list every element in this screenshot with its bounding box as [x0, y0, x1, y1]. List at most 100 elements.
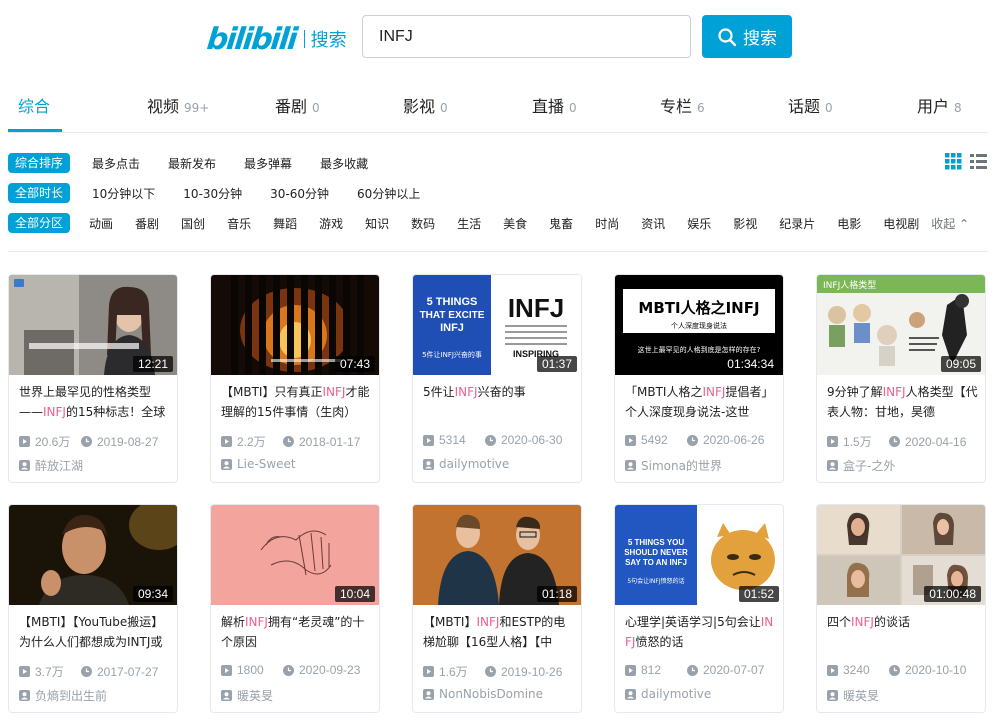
tab-article[interactable]: 专栏 6 — [660, 93, 705, 117]
zone-option[interactable]: 电影 — [837, 215, 861, 232]
zone-option[interactable]: 动画 — [89, 215, 113, 232]
zone-option[interactable]: 资讯 — [641, 215, 665, 232]
video-title[interactable]: 【MBTI】INFJ和ESTP的电梯尬聊【16型人格】【中 — [423, 612, 575, 656]
video-card[interactable]: 10:04 解析INFJ拥有“老灵魂”的十个原因 1800 2020-09-23… — [210, 504, 380, 713]
zone-option[interactable]: 番剧 — [135, 215, 159, 232]
video-thumbnail[interactable]: 07:43 — [211, 275, 379, 375]
uploader[interactable]: NonNobisDomine — [423, 687, 543, 701]
zone-option[interactable]: 知识 — [365, 215, 389, 232]
sort-option[interactable]: 最多弹幕 — [244, 155, 292, 172]
zone-option[interactable]: 时尚 — [595, 215, 619, 232]
tab-film[interactable]: 影视 0 — [403, 93, 448, 117]
search-button[interactable]: 搜索 — [702, 15, 792, 58]
zone-option[interactable]: 娱乐 — [687, 215, 711, 232]
zone-option[interactable]: 音乐 — [227, 215, 251, 232]
duration-filter-active[interactable]: 全部时长 — [8, 183, 71, 203]
tab-live[interactable]: 直播 0 — [532, 93, 577, 117]
uploader[interactable]: 暖英旻 — [221, 687, 273, 704]
play-count-icon — [221, 664, 232, 676]
tab-count: 0 — [569, 101, 577, 115]
zone-option[interactable]: 影视 — [733, 215, 757, 232]
zone-option[interactable]: 生活 — [457, 215, 481, 232]
search-box[interactable] — [362, 15, 691, 58]
tab-bangumi[interactable]: 番剧 0 — [275, 93, 320, 117]
tab-video[interactable]: 视频 99+ — [147, 93, 209, 117]
sort-option[interactable]: 最新发布 — [168, 155, 216, 172]
uploader[interactable]: 负熵到出生前 — [19, 687, 107, 704]
title-keyword: INFJ — [476, 615, 500, 629]
video-thumbnail[interactable]: 12:21 — [9, 275, 177, 375]
tab-user[interactable]: 用户 8 — [917, 93, 962, 117]
tab-topic[interactable]: 话题 0 — [788, 93, 833, 117]
video-duration: 01:34:34 — [722, 356, 779, 372]
video-thumbnail[interactable]: MBTI人格之INFJ 个人深度现身说法 这世上最罕见的人格到底是怎样的存在? … — [615, 275, 783, 375]
video-card[interactable]: 01:00:48 四个INFJ的谈话 3240 2020-10-10 暖英旻 — [816, 504, 986, 713]
uploader[interactable]: 醉放江湖 — [19, 457, 83, 474]
zone-option[interactable]: 游戏 — [319, 215, 343, 232]
play-count-icon — [19, 666, 30, 677]
duration-option[interactable]: 30-60分钟 — [270, 185, 329, 202]
video-card[interactable]: 5 THINGS YOU SHOULD NEVER SAY TO AN INFJ… — [614, 504, 784, 713]
zone-option[interactable]: 纪录片 — [779, 215, 815, 232]
upload-date: 2020-06-26 — [703, 433, 765, 447]
collapse-label: 收起 — [931, 216, 956, 231]
sort-option[interactable]: 最多点击 — [92, 155, 140, 172]
video-title[interactable]: 「MBTI人格之INFJ提倡者」个人深度现身说法-这世 — [625, 382, 777, 426]
uploader[interactable]: dailymotive — [625, 687, 711, 701]
search-input[interactable] — [363, 16, 690, 57]
play-count: 2.2万 — [237, 435, 266, 449]
video-thumbnail[interactable]: 09:34 — [9, 505, 177, 605]
duration-option[interactable]: 60分钟以上 — [357, 185, 420, 202]
video-card[interactable]: INFJ人格类型 09:05 9分钟了解INFJ人格类型【代表人物：甘地，昊德 … — [816, 274, 986, 483]
bilibili-logo[interactable]: bilibili 搜索 — [205, 22, 347, 57]
zone-option[interactable]: 电视剧 — [883, 215, 919, 232]
uploader[interactable]: 暖英旻 — [827, 687, 879, 704]
uploader[interactable]: 盒子-之外 — [827, 457, 895, 474]
uploader-icon — [221, 458, 232, 470]
zone-option[interactable]: 美食 — [503, 215, 527, 232]
uploader-name: 暖英旻 — [843, 689, 880, 703]
video-card[interactable]: 5 THINGS THAT EXCITE INFJ 5件让INFJ兴奋的事 IN… — [412, 274, 582, 483]
zone-option[interactable]: 舞蹈 — [273, 215, 297, 232]
video-card[interactable]: 12:21 世界上最罕见的性格类型——INFJ的15种标志！全球 20.6万 2… — [8, 274, 178, 483]
video-title[interactable]: 【MBTI】【YouTube搬运】为什么人们都想成为INTJ或 — [19, 612, 171, 656]
video-title[interactable]: 5件让INFJ兴奋的事 — [423, 382, 575, 426]
uploader[interactable]: Lie-Sweet — [221, 457, 296, 471]
sort-option[interactable]: 最多收藏 — [320, 155, 368, 172]
video-title[interactable]: 心理学|英语学习|5句会让INFJ愤怒的话 — [625, 612, 777, 656]
video-duration: 09:34 — [132, 586, 173, 602]
video-title[interactable]: 9分钟了解INFJ人格类型【代表人物：甘地，昊德 — [827, 382, 979, 426]
zone-filter-active[interactable]: 全部分区 — [8, 213, 71, 233]
video-thumbnail[interactable]: INFJ人格类型 09:05 — [817, 275, 985, 375]
video-thumbnail[interactable]: 01:18 — [413, 505, 581, 605]
video-card[interactable]: 01:18 【MBTI】INFJ和ESTP的电梯尬聊【16型人格】【中 1.6万… — [412, 504, 582, 713]
video-card[interactable]: MBTI人格之INFJ 个人深度现身说法 这世上最罕见的人格到底是怎样的存在? … — [614, 274, 784, 483]
video-title[interactable]: 解析INFJ拥有“老灵魂”的十个原因 — [221, 612, 373, 656]
uploader[interactable]: Simona的世界 — [625, 457, 722, 474]
video-thumbnail[interactable]: 10:04 — [211, 505, 379, 605]
upload-date: 2020-09-23 — [299, 663, 361, 677]
grid-view-icon[interactable] — [945, 153, 962, 170]
logo-subtitle: 搜索 — [310, 30, 347, 51]
video-thumbnail[interactable]: 5 THINGS YOU SHOULD NEVER SAY TO AN INFJ… — [615, 505, 783, 605]
zone-option[interactable]: 数码 — [411, 215, 435, 232]
tab-all[interactable]: 综合 — [18, 93, 50, 117]
zone-option[interactable]: 鬼畜 — [549, 215, 573, 232]
collapse-zones-button[interactable]: 收起 ⌃ — [931, 215, 969, 232]
duration-option[interactable]: 10-30分钟 — [183, 185, 242, 202]
duration-option[interactable]: 10分钟以下 — [92, 185, 155, 202]
play-count: 20.6万 — [35, 435, 71, 449]
video-title[interactable]: 四个INFJ的谈话 — [827, 612, 979, 656]
uploader[interactable]: dailymotive — [423, 457, 509, 471]
video-card[interactable]: 07:43 【MBTI】只有真正INFJ才能理解的15件事情（生肉） 2.2万 … — [210, 274, 380, 483]
zone-option[interactable]: 国创 — [181, 215, 205, 232]
tab-count: 6 — [697, 101, 705, 115]
video-card[interactable]: 09:34 【MBTI】【YouTube搬运】为什么人们都想成为INTJ或 3.… — [8, 504, 178, 713]
sort-filter-active[interactable]: 综合排序 — [8, 153, 71, 173]
video-thumbnail[interactable]: 01:00:48 — [817, 505, 985, 605]
tab-label: 番剧 — [275, 97, 308, 116]
video-thumbnail[interactable]: 5 THINGS THAT EXCITE INFJ 5件让INFJ兴奋的事 IN… — [413, 275, 581, 375]
video-title[interactable]: 世界上最罕见的性格类型——INFJ的15种标志！全球 — [19, 382, 171, 426]
video-title[interactable]: 【MBTI】只有真正INFJ才能理解的15件事情（生肉） — [221, 382, 373, 426]
list-view-icon[interactable] — [970, 153, 987, 170]
